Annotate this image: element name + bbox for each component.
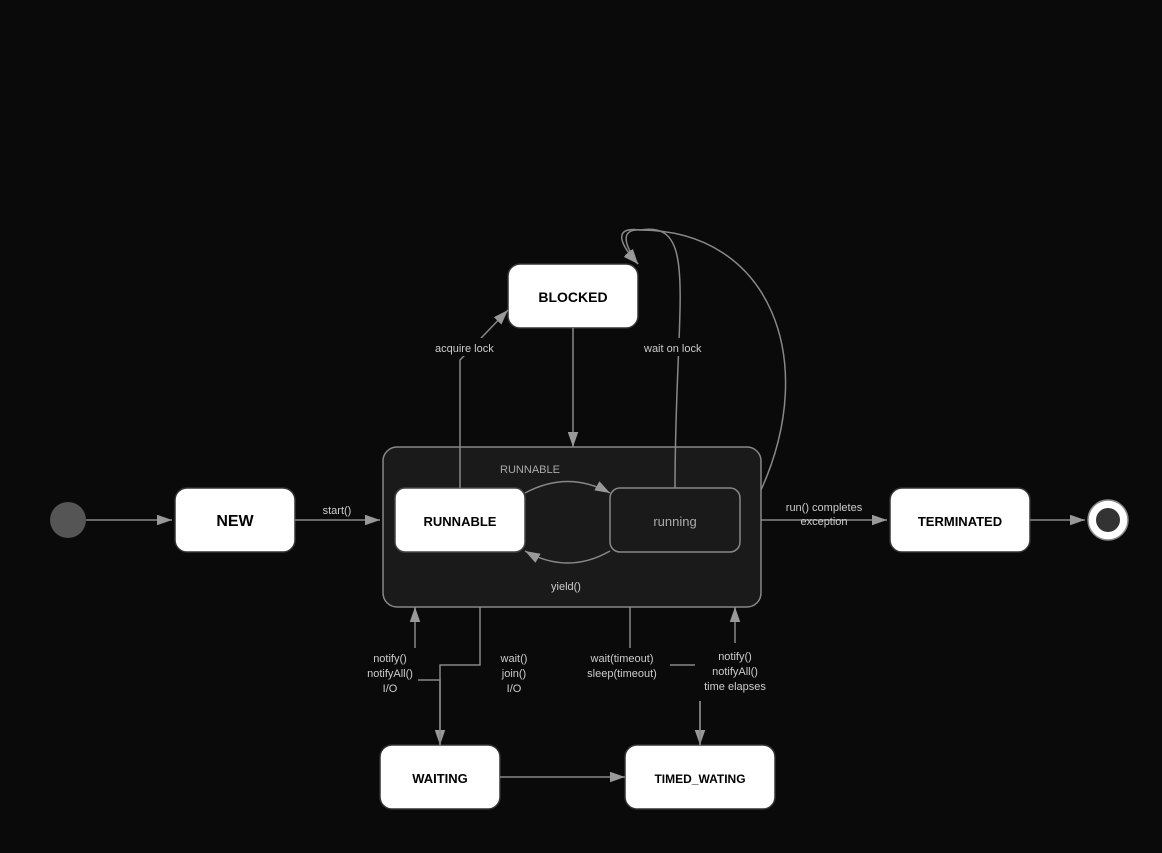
label-sleep-timeout: sleep(timeout)	[587, 668, 657, 680]
label-notify-all-1: notifyAll()	[367, 668, 413, 680]
label-notify-1: notify()	[373, 653, 407, 665]
final-state-inner	[1096, 508, 1120, 532]
label-start: start()	[323, 505, 352, 517]
state-new-label: NEW	[216, 513, 254, 530]
label-io-waiting: I/O	[507, 683, 522, 695]
label-wait-on-lock: wait on lock	[643, 343, 702, 355]
label-acquire-lock: acquire lock	[435, 343, 494, 355]
thread-state-diagram: NEW start() RUNNABLE RUNNABLE running yi…	[0, 0, 1162, 853]
label-run-completes-2: exception	[800, 516, 847, 528]
label-notify-all-2: notifyAll()	[712, 666, 758, 678]
label-wait: wait()	[500, 653, 528, 665]
label-run-completes-1: run() completes	[786, 502, 863, 514]
label-join: join()	[501, 668, 526, 680]
state-waiting-label: WAITING	[412, 771, 468, 786]
label-time-elapses: time elapses	[704, 681, 766, 693]
label-notify-2: notify()	[718, 651, 752, 663]
label-io-1: I/O	[383, 683, 398, 695]
state-blocked-label: BLOCKED	[538, 289, 607, 305]
label-wait-timeout: wait(timeout)	[590, 653, 654, 665]
state-runnable-label: RUNNABLE	[424, 514, 497, 529]
state-running-label: running	[653, 514, 696, 529]
background	[0, 0, 1162, 853]
state-timed-waiting-label: TIMED_WATING	[654, 772, 745, 786]
initial-state	[50, 502, 86, 538]
label-yield: yield()	[551, 581, 581, 593]
state-terminated-label: TERMINATED	[918, 514, 1002, 529]
label-runnable-outer: RUNNABLE	[500, 464, 560, 476]
